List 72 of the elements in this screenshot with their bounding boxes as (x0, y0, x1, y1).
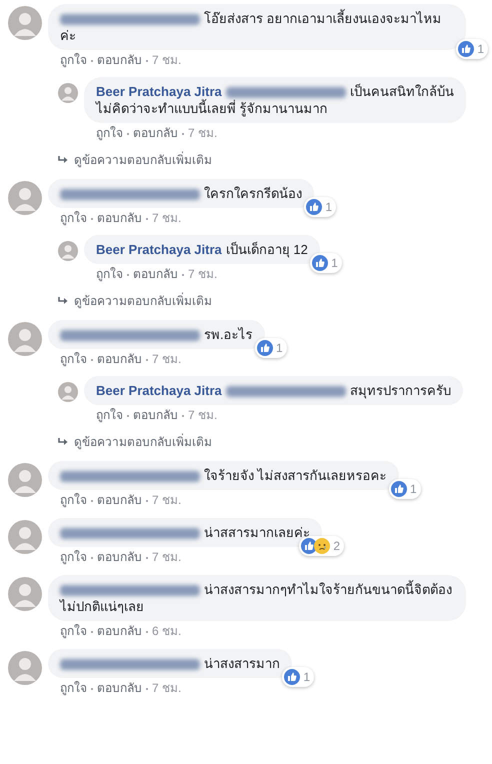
like-link[interactable]: ถูกใจ (60, 624, 87, 639)
timestamp[interactable]: 7 ชม. (152, 493, 182, 508)
timestamp[interactable]: 7 ชม. (188, 408, 218, 423)
reply-link[interactable]: ตอบกลับ (133, 126, 178, 141)
like-link[interactable]: ถูกใจ (96, 126, 123, 141)
comment-text: น่าสงสารมาก (60, 655, 280, 672)
thumbs-up-icon (256, 340, 273, 356)
reply-link[interactable]: ตอบกลับ (97, 493, 142, 508)
reaction-count[interactable]: 1 (310, 253, 342, 273)
author-name[interactable]: Beer Pratchaya Jitra (96, 242, 222, 257)
reaction-count[interactable]: 1 (388, 479, 421, 499)
reply-arrow-icon (58, 296, 68, 306)
like-link[interactable]: ถูกใจ (60, 53, 87, 68)
timestamp[interactable]: 7 ชม. (152, 53, 182, 68)
avatar-icon[interactable] (58, 83, 78, 103)
like-link[interactable]: ถูกใจ (60, 550, 87, 565)
comment-text: น่าสงสารมากๆทำไมใจร้ายกันขนาดนี้จิตต้องไม่ปกติแน่ๆเลย (60, 581, 453, 615)
avatar-icon[interactable] (8, 6, 42, 40)
reply-link[interactable]: ตอบกลับ (97, 352, 142, 367)
author-name[interactable]: Beer Pratchaya Jitra (96, 383, 222, 398)
reaction-count[interactable]: 1 (282, 667, 314, 687)
sad-face-icon (314, 538, 330, 554)
reply-link[interactable]: ตอบกลับ (97, 624, 142, 639)
thumbs-up-icon (312, 255, 328, 271)
reply-link[interactable]: ตอบกลับ (97, 211, 142, 226)
like-link[interactable]: ถูกใจ (96, 408, 123, 423)
avatar-icon[interactable] (58, 382, 78, 402)
like-link[interactable]: ถูกใจ (60, 352, 87, 367)
like-link[interactable]: ถูกใจ (60, 493, 87, 508)
timestamp[interactable]: 7 ชม. (152, 352, 182, 367)
reply-link[interactable]: ตอบกลับ (97, 53, 142, 68)
avatar-icon[interactable] (8, 181, 42, 215)
reply-link[interactable]: ตอบกลับ (133, 408, 178, 423)
avatar-icon[interactable] (8, 651, 42, 685)
timestamp[interactable]: 6 ชม. (152, 624, 182, 639)
comment-text: Beer Pratchaya Jitra เป็นคนสนิทใกล้บ้น ไม่คิดว่าจะทำแบบนี้เลยพี่ รู้จักมานานมาก (96, 83, 454, 117)
reply-link[interactable]: ตอบกลับ (133, 267, 178, 282)
avatar-icon[interactable] (8, 463, 42, 497)
reaction-count[interactable]: 2 (299, 536, 344, 556)
timestamp[interactable]: 7 ชม. (152, 681, 182, 696)
reaction-count[interactable]: 1 (254, 338, 287, 358)
comment-text: รพ.อะไร (60, 326, 253, 343)
comment-text: ใจร้ายจัง ไม่สงสารกันเลยหรอคะ (60, 467, 387, 484)
reply-link[interactable]: ตอบกลับ (97, 681, 142, 696)
author-name[interactable]: Beer Pratchaya Jitra (96, 84, 222, 99)
timestamp[interactable]: 7 ชม. (188, 126, 218, 141)
reaction-count[interactable]: 1 (304, 197, 336, 217)
thumbs-up-icon (390, 481, 407, 497)
reply-arrow-icon (58, 156, 68, 164)
more-replies-link[interactable]: ดูข้อความตอบกลับเพิ่มเติม (58, 433, 212, 451)
reply-link[interactable]: ตอบกลับ (97, 550, 142, 565)
reaction-count[interactable]: 1 (456, 39, 488, 59)
timestamp[interactable]: 7 ชม. (152, 211, 182, 226)
avatar-icon[interactable] (8, 577, 42, 611)
avatar-icon[interactable] (8, 322, 42, 356)
timestamp[interactable]: 7 ชม. (152, 550, 182, 565)
thumbs-up-icon (458, 41, 474, 57)
avatar-icon[interactable] (8, 520, 42, 554)
like-link[interactable]: ถูกใจ (60, 681, 87, 696)
comment-text: Beer Pratchaya Jitra สมุทรปราการครับ (96, 382, 451, 399)
more-replies-link[interactable]: ดูข้อความตอบกลับเพิ่มเติม (58, 292, 212, 310)
thumbs-up-icon (306, 199, 322, 215)
comment-text: Beer Pratchaya Jitra เป็นเด็กอายุ 12 (96, 241, 308, 258)
more-replies-link[interactable]: ดูข้อความตอบกลับเพิ่มเติม (58, 151, 212, 169)
comment-text: โอ๊ยส่งสาร อยากเอามาเลี้ยงนเองจะมาไหมค่ะ (60, 10, 443, 44)
timestamp[interactable]: 7 ชม. (188, 267, 218, 282)
like-link[interactable]: ถูกใจ (96, 267, 123, 282)
reply-arrow-icon (58, 438, 68, 446)
like-link[interactable]: ถูกใจ (60, 211, 87, 226)
thumbs-up-icon (284, 669, 300, 685)
avatar-icon[interactable] (58, 241, 78, 261)
comment-text: ใครกใครกรีดน้อง (60, 185, 302, 202)
